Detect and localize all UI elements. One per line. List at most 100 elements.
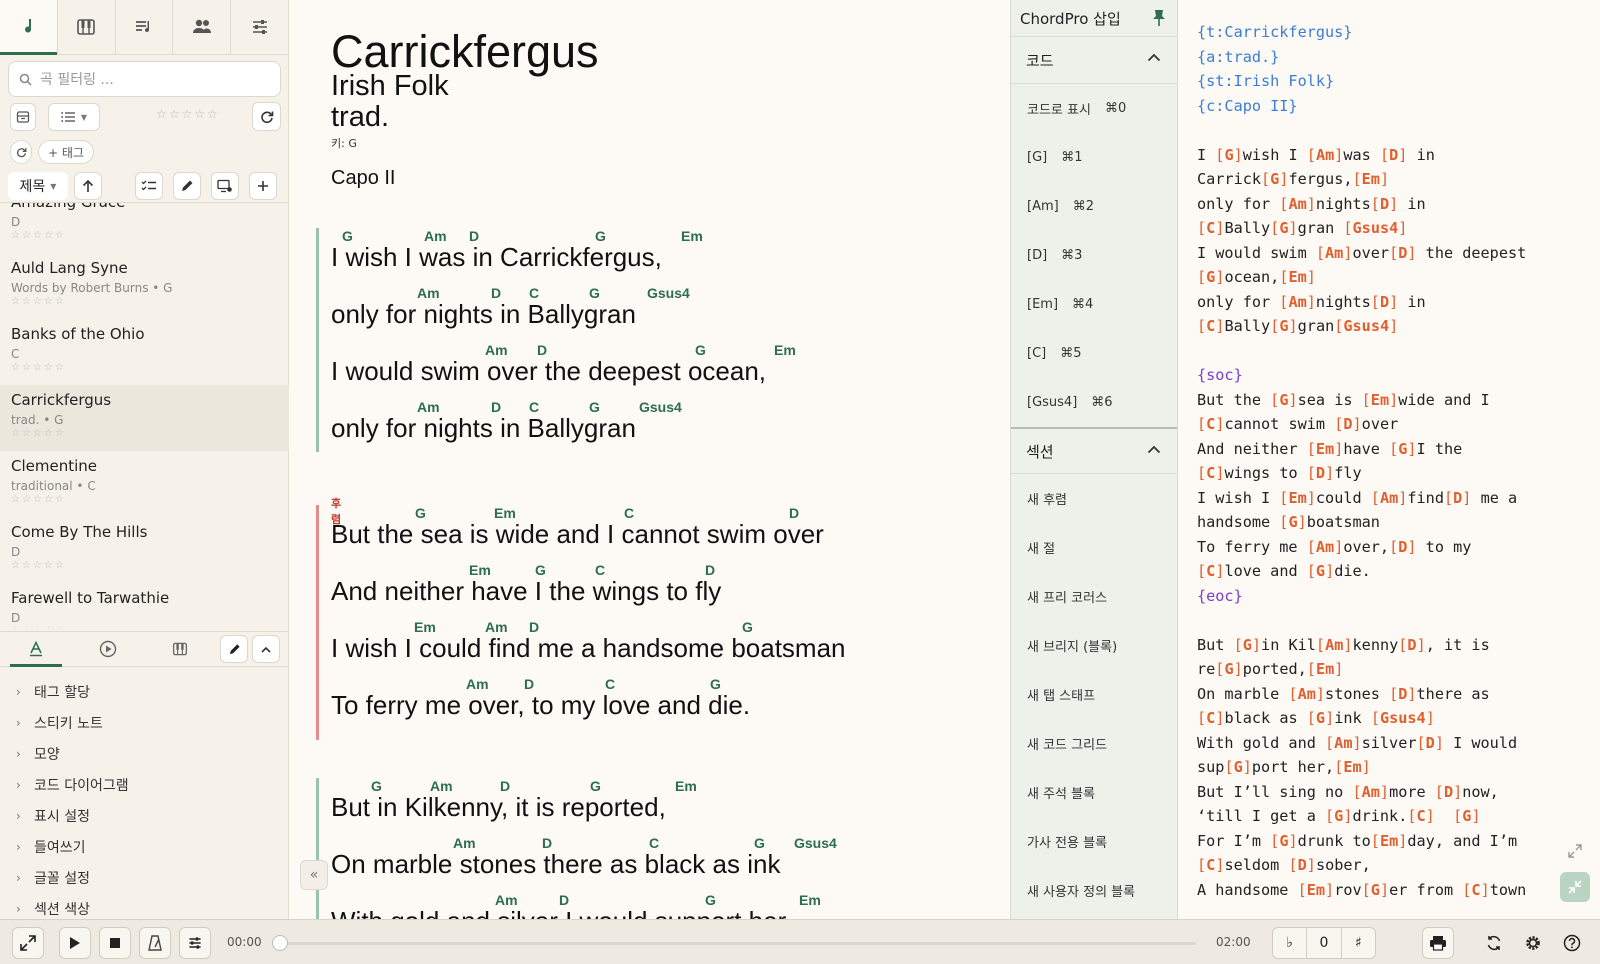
- insert-section-sections[interactable]: 섹션: [1011, 427, 1177, 474]
- editor-line[interactable]: I [G]wish I [Am]was [D] in: [1197, 143, 1526, 168]
- editor-line[interactable]: ‘till I get a [G]drink.[C] [G]: [1197, 804, 1526, 829]
- song-list-item-auld-lang-syne[interactable]: Auld Lang Syne Words by Robert Burns • G…: [0, 253, 289, 319]
- edit-song-button[interactable]: [173, 172, 201, 200]
- tab-format[interactable]: [0, 632, 72, 667]
- insert-section-item[interactable]: 새 사용자 정의 블록: [1011, 866, 1177, 915]
- editor-line[interactable]: To ferry me [Am]over,[D] to my: [1197, 535, 1526, 560]
- insert-chord-item[interactable]: [C] ⌘5: [1011, 329, 1177, 378]
- property-display-settings[interactable]: › 표시 설정: [0, 800, 289, 831]
- editor-line[interactable]: I would swim [Am]over[D] the deepest: [1197, 241, 1526, 266]
- editor-line[interactable]: I wish I [Em]could [Am]find[D] me a: [1197, 486, 1526, 511]
- progress-track[interactable]: [280, 942, 1196, 945]
- editor-line[interactable]: A handsome [Em]rov[G]er from [C]town: [1197, 878, 1526, 903]
- inspector-edit-button[interactable]: [220, 635, 248, 663]
- editor-line[interactable]: [C]Bally[G]gran [Gsus4]: [1197, 216, 1526, 241]
- print-button[interactable]: [1422, 927, 1454, 959]
- insert-section-item[interactable]: 새 탭 스태프: [1011, 670, 1177, 719]
- property-indentation[interactable]: › 들여쓰기: [0, 831, 289, 862]
- tab-settings[interactable]: [231, 0, 288, 54]
- tab-songs[interactable]: [0, 0, 58, 55]
- collapse-panel-button[interactable]: «: [300, 860, 328, 890]
- editor-mode-button[interactable]: [1560, 872, 1590, 902]
- editor-line[interactable]: [C]seldom [D]sober,: [1197, 853, 1526, 878]
- tab-playlists[interactable]: [116, 0, 174, 54]
- inspector-collapse-button[interactable]: [252, 635, 280, 663]
- editor-line[interactable]: [C]wings to [D]fly: [1197, 461, 1526, 486]
- tab-people[interactable]: [173, 0, 232, 54]
- archive-button[interactable]: [10, 103, 36, 131]
- insert-chord-item[interactable]: [Am] ⌘2: [1011, 182, 1177, 231]
- song-filter-input[interactable]: 곡 필터링 ...: [8, 61, 281, 97]
- editor-line[interactable]: [C]cannot swim [D]over: [1197, 412, 1526, 437]
- property-appearance[interactable]: › 모양: [0, 738, 289, 769]
- insert-chord-item[interactable]: [Em] ⌘4: [1011, 280, 1177, 329]
- tab-instrument[interactable]: [144, 632, 216, 666]
- song-list-item-amazing-grace[interactable]: Amazing Grace D ☆☆☆☆☆: [0, 203, 289, 253]
- editor-line[interactable]: only for [Am]nights[D] in: [1197, 290, 1526, 315]
- editor-line[interactable]: [1197, 608, 1526, 633]
- editor-text[interactable]: {t:Carrickfergus} {a:trad.} {st:Irish Folk…: [1197, 20, 1526, 902]
- song-list-item-come-by-the-hills[interactable]: Come By The Hills D ☆☆☆☆☆: [0, 517, 289, 583]
- editor-line[interactable]: sup[G]port her,[Em]: [1197, 755, 1526, 780]
- insert-section-item[interactable]: 새 절: [1011, 523, 1177, 572]
- settings-button[interactable]: [1517, 927, 1549, 959]
- property-font-settings[interactable]: › 글꼴 설정: [0, 862, 289, 893]
- editor-line[interactable]: {eoc}: [1197, 584, 1526, 609]
- editor-line[interactable]: On marble [Am]stones [D]there as: [1197, 682, 1526, 707]
- property-chord-diagrams[interactable]: › 코드 다이어그램: [0, 769, 289, 800]
- editor-line[interactable]: [C]black as [G]ink [Gsus4]: [1197, 706, 1526, 731]
- editor-line[interactable]: handsome [G]boatsman: [1197, 510, 1526, 535]
- sort-direction-button[interactable]: [74, 172, 102, 200]
- tab-playback[interactable]: [72, 632, 144, 666]
- display-options-button[interactable]: [211, 172, 239, 200]
- editor-line[interactable]: Carrick[G]fergus,[Em]: [1197, 167, 1526, 192]
- editor-line[interactable]: [1197, 118, 1526, 143]
- editor-line[interactable]: re[G]ported,[Em]: [1197, 657, 1526, 682]
- refresh-button[interactable]: [252, 102, 281, 131]
- fullscreen-button[interactable]: [12, 927, 44, 959]
- song-list-item-carrickfergus[interactable]: Carrickfergus trad. • G ☆☆☆☆☆: [0, 385, 289, 451]
- stop-button[interactable]: [99, 927, 131, 959]
- editor-line[interactable]: But [G]in Kil[Am]kenny[D], it is: [1197, 633, 1526, 658]
- rating-filter[interactable]: ☆☆☆☆☆: [156, 107, 220, 121]
- insert-section-chords[interactable]: 코드: [1011, 37, 1177, 84]
- song-list-item-banks-of-the-ohio[interactable]: Banks of the Ohio C ☆☆☆☆☆: [0, 319, 289, 385]
- transpose-down-button[interactable]: ♭: [1273, 928, 1308, 958]
- editor-line[interactable]: And neither [Em]have [G]I the: [1197, 437, 1526, 462]
- editor-line[interactable]: {t:Carrickfergus}: [1197, 20, 1526, 45]
- editor-line[interactable]: only for [Am]nights[D] in: [1197, 192, 1526, 217]
- pin-icon[interactable]: [1151, 9, 1167, 27]
- insert-section-item[interactable]: 새 코드 그리드: [1011, 719, 1177, 768]
- insert-section-item[interactable]: 새 후렴: [1011, 474, 1177, 523]
- song-list-item-farewell-to-tarwathie[interactable]: Farewell to Tarwathie D ☆☆☆☆☆: [0, 583, 289, 628]
- sync-button[interactable]: [1478, 927, 1510, 959]
- editor-line[interactable]: [C]love and [G]die.: [1197, 559, 1526, 584]
- progress-handle[interactable]: [272, 935, 288, 951]
- insert-section-item[interactable]: 새 주석 블록: [1011, 768, 1177, 817]
- property-sticky-notes[interactable]: › 스티키 노트: [0, 707, 289, 738]
- play-button[interactable]: [59, 927, 91, 959]
- add-tag-button[interactable]: + 태그: [38, 140, 94, 164]
- multi-select-button[interactable]: [135, 172, 163, 200]
- insert-chord-item[interactable]: [G] ⌘1: [1011, 133, 1177, 182]
- chordpro-editor[interactable]: {t:Carrickfergus} {a:trad.} {st:Irish Folk…: [1178, 0, 1600, 919]
- editor-line[interactable]: [G]ocean,[Em]: [1197, 265, 1526, 290]
- insert-chord-item[interactable]: 코드로 표시 ⌘0: [1011, 84, 1177, 133]
- editor-line[interactable]: {c:Capo II}: [1197, 94, 1526, 119]
- insert-chord-item[interactable]: [D] ⌘3: [1011, 231, 1177, 280]
- sort-field-dropdown[interactable]: 제목 ▼: [8, 172, 68, 200]
- insert-section-item[interactable]: 가사 전용 블록: [1011, 817, 1177, 866]
- editor-line[interactable]: With gold and [Am]silver[D] I would: [1197, 731, 1526, 756]
- help-button[interactable]: [1556, 927, 1588, 959]
- metronome-button[interactable]: [139, 927, 171, 959]
- insert-chord-item[interactable]: [Gsus4] ⌘6: [1011, 378, 1177, 427]
- editor-line[interactable]: But the [G]sea is [Em]wide and I: [1197, 388, 1526, 413]
- property-assign-tags[interactable]: › 태그 할당: [0, 676, 289, 707]
- editor-line[interactable]: {a:trad.}: [1197, 45, 1526, 70]
- reset-tags-button[interactable]: [10, 140, 32, 164]
- insert-section-item[interactable]: 새 브리지 (블록): [1011, 621, 1177, 670]
- editor-line[interactable]: [1197, 339, 1526, 364]
- insert-section-item[interactable]: 새 프리 코러스: [1011, 572, 1177, 621]
- editor-line[interactable]: For I’m [G]drunk to[Em]day, and I’m: [1197, 829, 1526, 854]
- add-song-button[interactable]: [249, 172, 277, 200]
